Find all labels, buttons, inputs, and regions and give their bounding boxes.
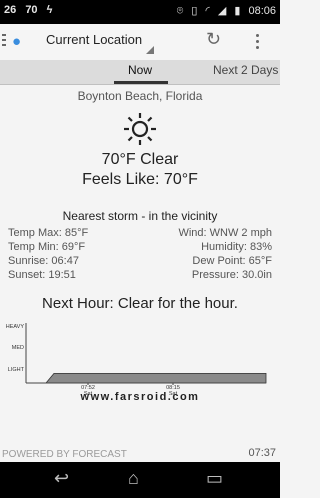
sun-icon [124,113,156,145]
tab-indicator [114,81,168,84]
updated-time: 07:37 [248,447,276,459]
home-icon[interactable]: ⌂ [128,468,139,489]
chart-ytick-heavy: HEAVY [6,324,25,330]
signal-icon: ◢ [217,5,227,17]
watermark: www.farsroid.com [80,391,200,403]
refresh-icon[interactable]: ↻ [206,29,221,50]
back-icon[interactable]: ↩ [54,468,69,489]
vibrate-icon: ▯ [191,5,198,17]
tab-next-2-days[interactable]: Next 2 Days [213,63,278,77]
wifi-icon: ◜ [205,5,210,17]
temp-max: Temp Max: 85°F [8,227,89,239]
status-time: 08:06 [248,5,276,17]
precipitation-area [26,373,267,384]
status-left-2: 70 [25,4,38,16]
recents-icon[interactable]: ▭ [206,468,223,489]
temp-min: Temp Min: 69°F [8,241,86,253]
status-left: 26 70 ϟ [4,4,58,16]
main-content: Boynton Beach, Florida 70°F Clear Feels … [0,85,280,445]
precipitation-chart: HEAVY MED LIGHT 07:52 Sat 08:15 Sat [6,323,267,397]
tab-bar: Now Next 2 Days [0,60,280,85]
sunset: Sunset: 19:51 [8,269,76,281]
city-label: Boynton Beach, Florida [77,89,203,103]
current-condition: 70°F Clear [101,151,179,168]
drop-icon[interactable]: ● [12,33,21,50]
chart-ytick-light: LIGHT [8,367,25,373]
powered-by[interactable]: POWERED BY FORECAST [2,449,127,460]
nearest-storm: Nearest storm - in the vicinity [62,209,218,223]
wind: Wind: WNW 2 mph [178,227,272,239]
location-icon: ⌾ [176,5,184,17]
next-hour-summary: Next Hour: Clear for the hour. [42,295,238,312]
feels-like: Feels Like: 70°F [82,171,198,188]
status-right: ⌾ ▯ ◜ ◢ ▮ 08:06 [172,4,276,18]
usb-icon: ϟ [46,4,53,16]
tab-now[interactable]: Now [128,63,152,77]
humidity: Humidity: 83% [201,241,272,253]
overflow-icon[interactable] [256,34,260,52]
dew-point: Dew Point: 65°F [192,255,272,267]
action-bar: ● Current Location ↻ [0,24,280,61]
menu-icon[interactable] [2,34,6,49]
status-left-1: 26 [4,4,17,16]
battery-icon: ▮ [234,5,241,17]
spinner-triangle-icon[interactable] [146,46,154,54]
location-spinner[interactable]: Current Location [46,32,142,47]
pressure: Pressure: 30.0in [191,269,272,281]
sunrise: Sunrise: 06:47 [8,255,79,267]
nav-bar: ↩ ⌂ ▭ [0,462,280,498]
status-bar: 26 70 ϟ ⌾ ▯ ◜ ◢ ▮ 08:06 [0,0,280,24]
chart-ytick-med: MED [12,345,24,351]
